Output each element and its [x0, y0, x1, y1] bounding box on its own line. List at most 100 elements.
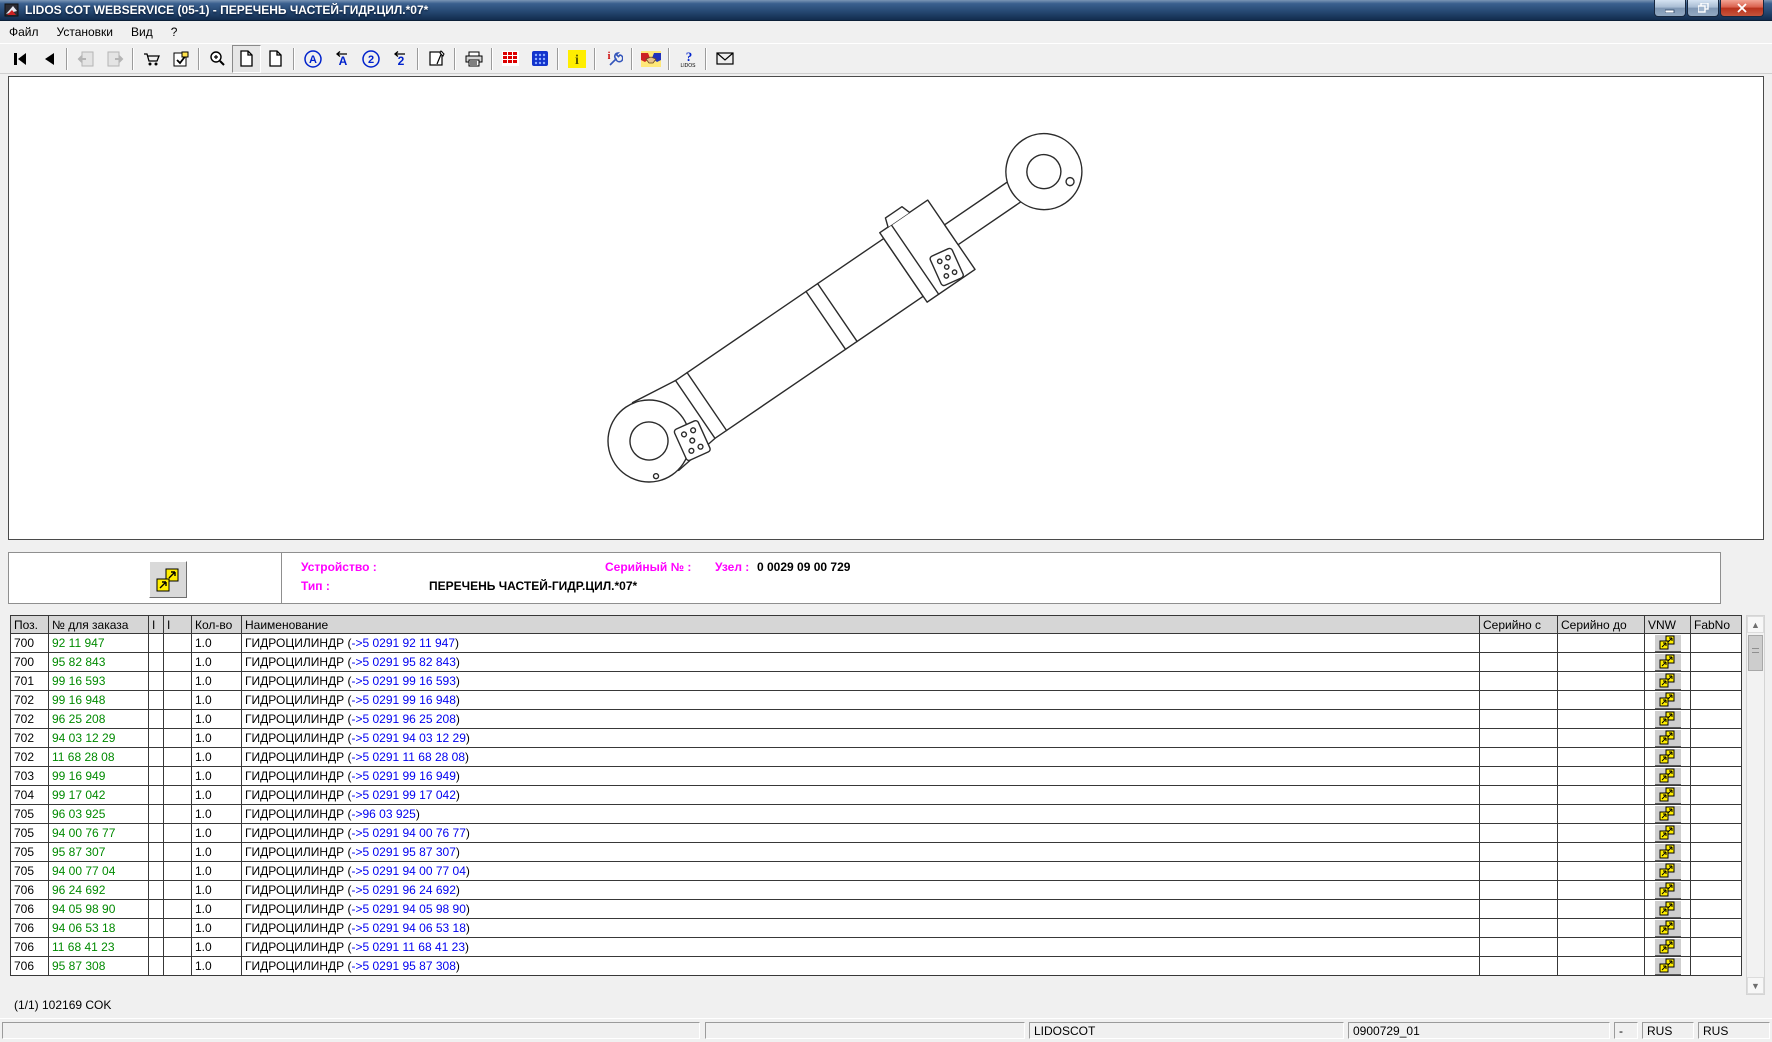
vnw-row-link-icon[interactable] — [1655, 844, 1681, 861]
part-link[interactable]: ->5 0291 99 16 948 — [351, 693, 455, 707]
col-serial-to[interactable]: Серийно до — [1558, 616, 1645, 634]
col-fabno[interactable]: FabNo — [1691, 616, 1742, 634]
table-row[interactable]: 706 94 05 98 90 1.0 ГИДРОЦИЛИНДР (->5 02… — [11, 900, 1742, 919]
part-link[interactable]: ->96 03 925 — [351, 807, 415, 821]
table-row[interactable]: 706 96 24 692 1.0 ГИДРОЦИЛИНДР (->5 0291… — [11, 881, 1742, 900]
vnw-row-link-icon[interactable] — [1655, 920, 1681, 937]
vnw-row-link-icon[interactable] — [1655, 825, 1681, 842]
cell-order-no[interactable]: 94 06 53 18 — [49, 919, 149, 938]
table-row[interactable]: 700 92 11 947 1.0 ГИДРОЦИЛИНДР (->5 0291… — [11, 634, 1742, 653]
restore-button[interactable] — [1687, 0, 1719, 17]
vnw-row-link-icon[interactable] — [1655, 901, 1681, 918]
cart-button[interactable] — [137, 45, 166, 73]
cell-order-no[interactable]: 99 17 042 — [49, 786, 149, 805]
vnw-row-link-icon[interactable] — [1655, 882, 1681, 899]
cell-order-no[interactable]: 94 05 98 90 — [49, 900, 149, 919]
cell-order-no[interactable]: 95 82 843 — [49, 653, 149, 672]
table-row[interactable]: 703 99 16 949 1.0 ГИДРОЦИЛИНДР (->5 0291… — [11, 767, 1742, 786]
vnw-row-link-icon[interactable] — [1655, 806, 1681, 823]
doc-back-icon[interactable] — [71, 45, 100, 73]
scroll-down-button[interactable]: ▼ — [1747, 977, 1764, 994]
table-row[interactable]: 705 95 87 307 1.0 ГИДРОЦИЛИНДР (->5 0291… — [11, 843, 1742, 862]
settings-wrench-button[interactable]: i — [599, 45, 628, 73]
vnw-row-link-icon[interactable] — [1655, 711, 1681, 728]
cell-order-no[interactable]: 92 11 947 — [49, 634, 149, 653]
zoom-button[interactable] — [203, 45, 232, 73]
col-pos[interactable]: Поз. — [11, 616, 49, 634]
menu-view[interactable]: Вид — [122, 22, 162, 42]
vnw-row-link-icon[interactable] — [1655, 863, 1681, 880]
print-button[interactable] — [459, 45, 488, 73]
page-current-button[interactable] — [232, 45, 261, 73]
part-link[interactable]: ->5 0291 94 05 98 90 — [351, 902, 465, 916]
cell-order-no[interactable]: 11 68 28 08 — [49, 748, 149, 767]
menu-settings[interactable]: Установки — [48, 22, 122, 42]
table-row[interactable]: 702 96 25 208 1.0 ГИДРОЦИЛИНДР (->5 0291… — [11, 710, 1742, 729]
cell-order-no[interactable]: 96 25 208 — [49, 710, 149, 729]
part-link[interactable]: ->5 0291 96 24 692 — [351, 883, 455, 897]
cell-order-no[interactable]: 96 24 692 — [49, 881, 149, 900]
find-2-button[interactable]: 2 — [356, 45, 385, 73]
vnw-row-link-icon[interactable] — [1655, 749, 1681, 766]
cell-order-no[interactable]: 94 00 77 04 — [49, 862, 149, 881]
minimize-button[interactable] — [1654, 0, 1686, 17]
return-2-button[interactable]: 2 — [385, 45, 414, 73]
part-link[interactable]: ->5 0291 95 87 307 — [351, 845, 455, 859]
table-scrollbar[interactable]: ▲ ▼ — [1746, 615, 1765, 995]
part-link[interactable]: ->5 0291 99 16 593 — [351, 674, 455, 688]
col-i2[interactable]: I — [164, 616, 192, 634]
part-link[interactable]: ->5 0291 99 17 042 — [351, 788, 455, 802]
part-link[interactable]: ->5 0291 94 06 53 18 — [351, 921, 465, 935]
vnw-row-link-icon[interactable] — [1655, 768, 1681, 785]
doc-forward-icon[interactable] — [100, 45, 129, 73]
close-button[interactable] — [1720, 0, 1764, 17]
menu-file[interactable]: Файл — [0, 22, 48, 42]
scroll-up-button[interactable]: ▲ — [1747, 616, 1764, 633]
table-row[interactable]: 701 99 16 593 1.0 ГИДРОЦИЛИНДР (->5 0291… — [11, 672, 1742, 691]
grid-blue-button[interactable] — [525, 45, 554, 73]
order-check-button[interactable] — [166, 45, 195, 73]
cell-order-no[interactable]: 96 03 925 — [49, 805, 149, 824]
cell-order-no[interactable]: 99 16 949 — [49, 767, 149, 786]
part-link[interactable]: ->5 0291 94 00 77 04 — [351, 864, 465, 878]
vnw-row-link-icon[interactable] — [1655, 692, 1681, 709]
part-link[interactable]: ->5 0291 11 68 28 08 — [351, 750, 465, 764]
table-row[interactable]: 706 11 68 41 23 1.0 ГИДРОЦИЛИНДР (->5 02… — [11, 938, 1742, 957]
table-row[interactable]: 705 94 00 76 77 1.0 ГИДРОЦИЛИНДР (->5 02… — [11, 824, 1742, 843]
part-link[interactable]: ->5 0291 92 11 947 — [351, 636, 455, 650]
table-row[interactable]: 700 95 82 843 1.0 ГИДРОЦИЛИНДР (->5 0291… — [11, 653, 1742, 672]
cell-order-no[interactable]: 95 87 308 — [49, 957, 149, 976]
part-link[interactable]: ->5 0291 94 03 12 29 — [351, 731, 465, 745]
part-link[interactable]: ->5 0291 94 00 76 77 — [351, 826, 465, 840]
part-link[interactable]: ->5 0291 96 25 208 — [351, 712, 455, 726]
col-vnw[interactable]: VNW — [1645, 616, 1691, 634]
col-qty[interactable]: Кол-во — [192, 616, 242, 634]
part-link[interactable]: ->5 0291 95 82 843 — [351, 655, 455, 669]
vnw-row-link-icon[interactable] — [1655, 939, 1681, 956]
page-overview-button[interactable] — [261, 45, 290, 73]
info-button[interactable]: i — [562, 45, 591, 73]
part-link[interactable]: ->5 0291 99 16 949 — [351, 769, 455, 783]
table-row[interactable]: 706 94 06 53 18 1.0 ГИДРОЦИЛИНДР (->5 02… — [11, 919, 1742, 938]
lidos-help-button[interactable]: ?LIDOS — [673, 45, 702, 73]
nav-first-button[interactable] — [5, 45, 34, 73]
table-row[interactable]: 702 99 16 948 1.0 ГИДРОЦИЛИНДР (->5 0291… — [11, 691, 1742, 710]
table-row[interactable]: 702 11 68 28 08 1.0 ГИДРОЦИЛИНДР (->5 02… — [11, 748, 1742, 767]
table-row[interactable]: 702 94 03 12 29 1.0 ГИДРОЦИЛИНДР (->5 02… — [11, 729, 1742, 748]
cell-order-no[interactable]: 11 68 41 23 — [49, 938, 149, 957]
table-row[interactable]: 705 94 00 77 04 1.0 ГИДРОЦИЛИНДР (->5 02… — [11, 862, 1742, 881]
col-i1[interactable]: I — [149, 616, 164, 634]
find-a-button[interactable]: A — [298, 45, 327, 73]
col-name[interactable]: Наименование — [242, 616, 1480, 634]
vnw-row-link-icon[interactable] — [1655, 654, 1681, 671]
table-row[interactable]: 705 96 03 925 1.0 ГИДРОЦИЛИНДР (->96 03 … — [11, 805, 1742, 824]
vnw-row-link-icon[interactable] — [1655, 635, 1681, 652]
cell-order-no[interactable]: 94 03 12 29 — [49, 729, 149, 748]
mail-button[interactable] — [710, 45, 739, 73]
part-link[interactable]: ->5 0291 11 68 41 23 — [351, 940, 465, 954]
partners-button[interactable] — [636, 45, 665, 73]
vnw-row-link-icon[interactable] — [1655, 730, 1681, 747]
nav-previous-button[interactable] — [34, 45, 63, 73]
cell-order-no[interactable]: 99 16 948 — [49, 691, 149, 710]
vnw-row-link-icon[interactable] — [1655, 673, 1681, 690]
